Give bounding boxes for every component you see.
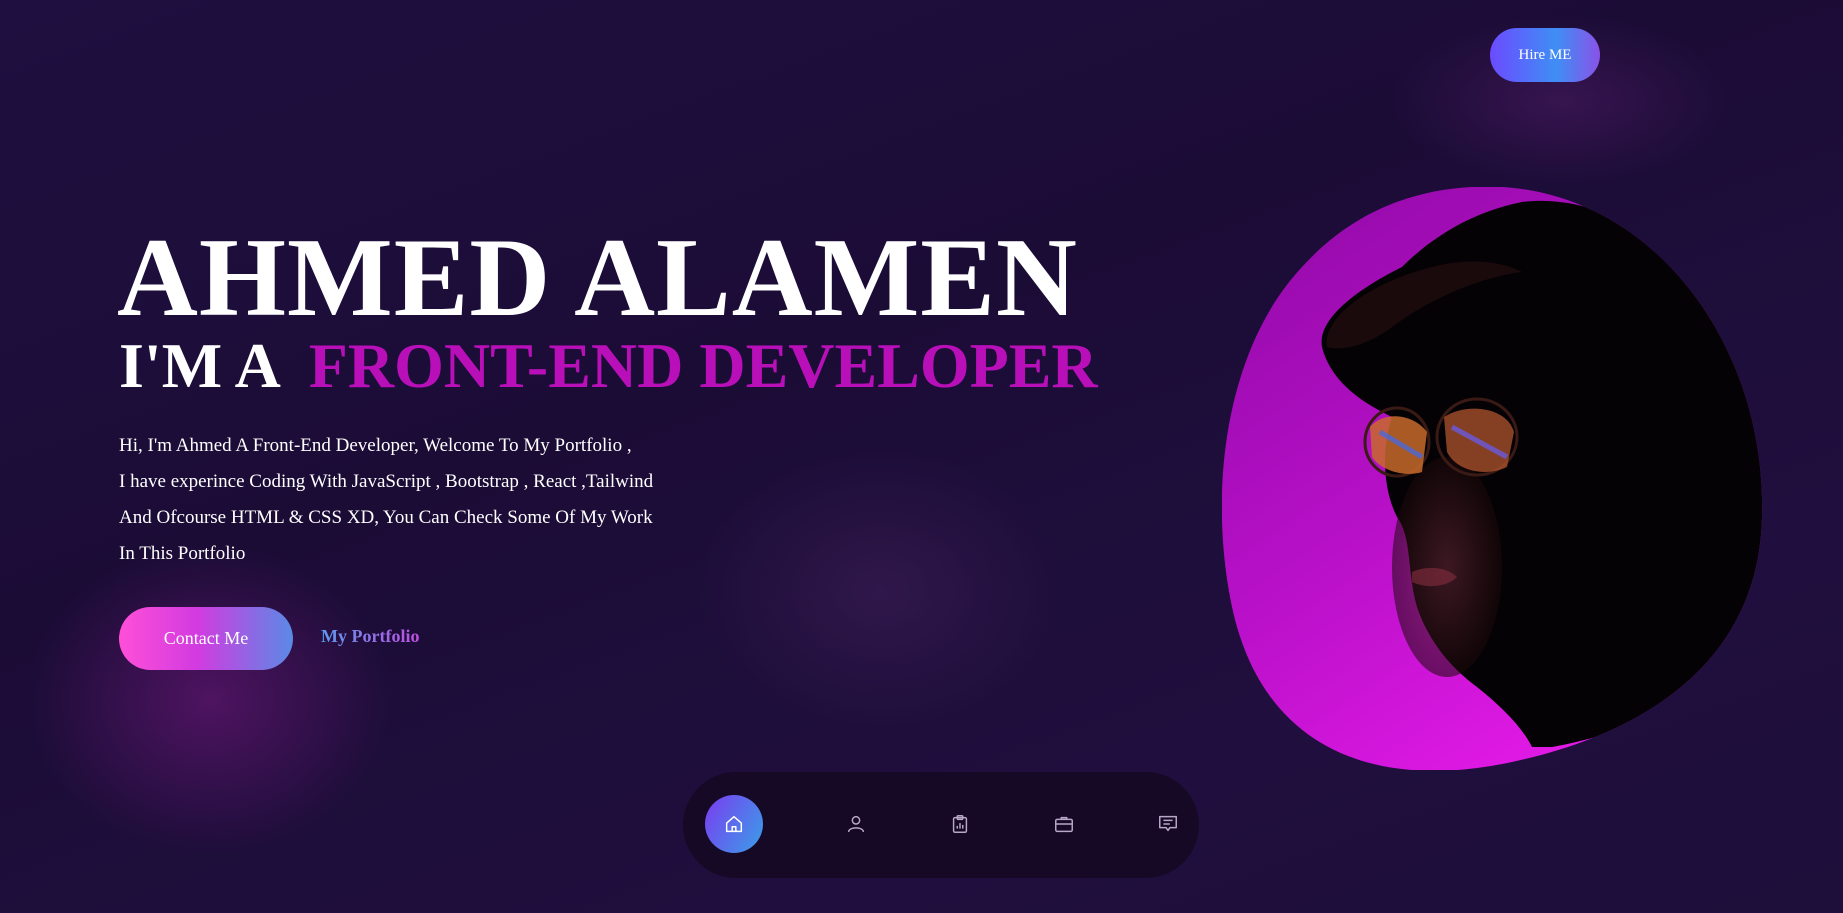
profile-portrait — [1222, 187, 1764, 770]
hire-me-button[interactable]: Hire ME — [1490, 28, 1600, 82]
nav-portfolio-button[interactable] — [1035, 795, 1093, 853]
role-prefix: I'M A — [119, 330, 281, 401]
nav-contact-button[interactable] — [1139, 795, 1197, 853]
hero-name: AHMED ALAMEN — [117, 216, 1078, 340]
hero-description: Hi, I'm Ahmed A Front-End Developer, Wel… — [119, 428, 759, 572]
message-icon — [1159, 815, 1177, 832]
description-line: Hi, I'm Ahmed A Front-End Developer, Wel… — [119, 435, 632, 456]
my-portfolio-link[interactable]: My Portfolio — [321, 626, 419, 647]
nav-skills-button[interactable] — [931, 795, 989, 853]
briefcase-icon — [1055, 816, 1073, 833]
home-icon — [725, 815, 743, 833]
role-title: FRONT-END DEVELOPER — [308, 330, 1098, 401]
description-line: I have experince Coding With JavaScript … — [119, 471, 654, 492]
bottom-nav-dock — [683, 772, 1199, 878]
nav-about-button[interactable] — [827, 795, 885, 853]
user-icon — [847, 815, 865, 833]
nav-home-button[interactable] — [705, 795, 763, 853]
contact-me-button[interactable]: Contact Me — [119, 607, 293, 670]
description-line: And Ofcourse HTML & CSS XD, You Can Chec… — [119, 507, 653, 528]
description-line: In This Portfolio — [119, 543, 246, 564]
clipboard-chart-icon — [952, 815, 968, 833]
hero-role-heading: I'M A FRONT-END DEVELOPER — [119, 333, 1098, 399]
